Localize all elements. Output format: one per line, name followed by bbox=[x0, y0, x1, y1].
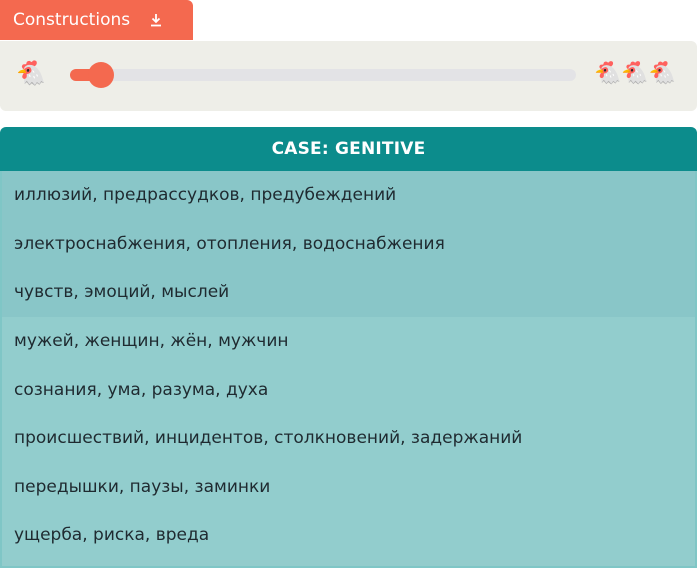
list-item: чувств, эмоций, мыслей bbox=[2, 268, 695, 317]
list-item: мужей, женщин, жён, мужчин bbox=[2, 316, 695, 366]
list-item: передышки, паузы, заминки bbox=[2, 462, 695, 512]
slider-panel: 🐔 🐔🐔🐔 bbox=[0, 41, 697, 111]
download-icon[interactable] bbox=[148, 12, 164, 28]
case-header: CASE: GENITIVE bbox=[0, 127, 697, 171]
constructions-tab[interactable]: Constructions bbox=[0, 0, 193, 40]
tab-label: Constructions bbox=[13, 10, 131, 30]
word-list: иллюзий, предрассудков, предубеждений эл… bbox=[0, 171, 697, 568]
list-item: ущерба, риска, вреда bbox=[2, 511, 695, 560]
list-item: иллюзий, предрассудков, предубеждений bbox=[2, 171, 695, 220]
slider-track[interactable] bbox=[70, 69, 576, 81]
list-item: сознания, ума, разума, духа bbox=[2, 365, 695, 414]
chicken-icon: 🐔 bbox=[16, 59, 46, 87]
list-item: электроснабжения, отопления, водоснабжен… bbox=[2, 219, 695, 269]
three-chickens-icon: 🐔🐔🐔 bbox=[594, 61, 677, 86]
list-item: происшествий, инцидентов, столкновений, … bbox=[2, 413, 695, 463]
slider-thumb[interactable] bbox=[88, 62, 114, 88]
